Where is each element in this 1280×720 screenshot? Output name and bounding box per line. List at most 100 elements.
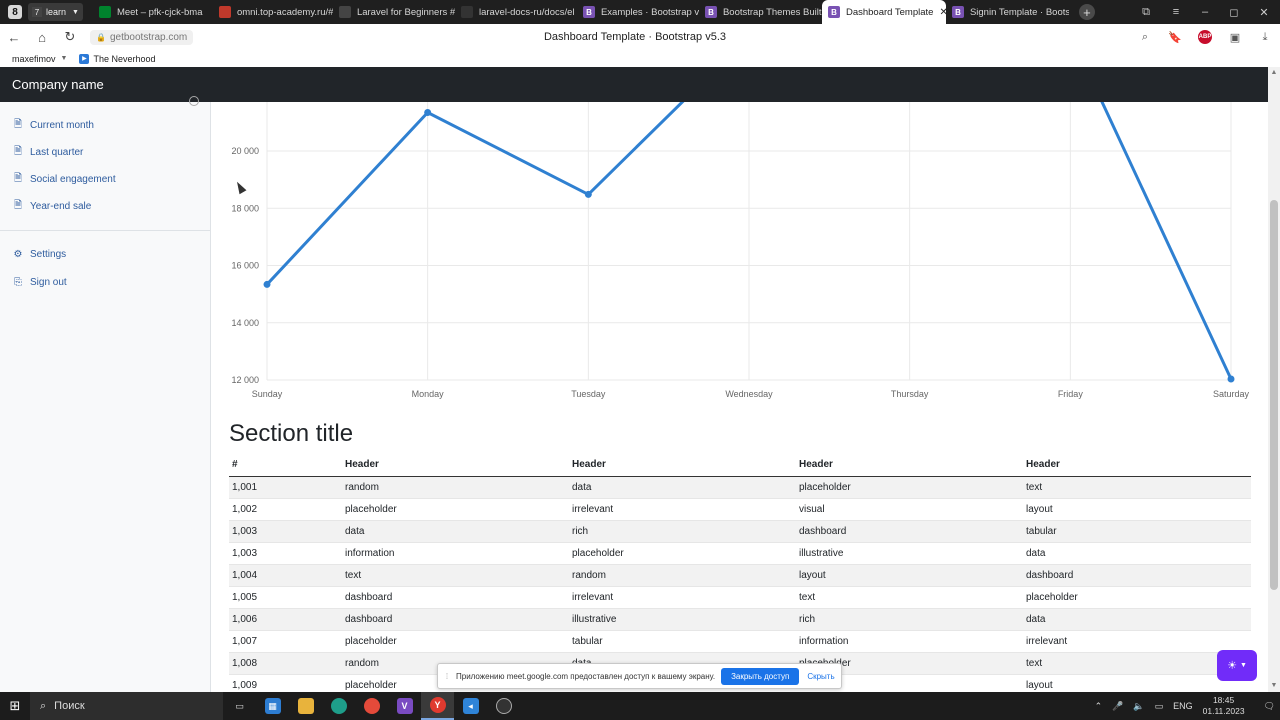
table-row: 1,003 information placeholder illustrative d… bbox=[229, 542, 1251, 565]
table-cell: placeholder bbox=[796, 476, 1023, 499]
browser-tab[interactable]: B Dashboard Template ✕ bbox=[821, 0, 946, 24]
table-cell: data bbox=[569, 476, 796, 499]
store-icon[interactable]: ▦ bbox=[256, 692, 289, 720]
y-tick-label: 20 000 bbox=[231, 146, 259, 156]
bootstrap-icon: B bbox=[704, 6, 717, 18]
sidebar-item-last-quarter[interactable]: 🗎 Last quarter bbox=[12, 144, 83, 161]
search-icon[interactable]: ⌕ bbox=[1130, 31, 1160, 44]
table-cell: dashboard bbox=[1023, 564, 1251, 587]
table-cell: random bbox=[569, 564, 796, 587]
edge-icon[interactable] bbox=[322, 692, 355, 720]
table-cell: irrelevant bbox=[1023, 630, 1251, 653]
sidebar-item-current-month[interactable]: 🗎 Current month bbox=[12, 117, 94, 134]
task-view-icon[interactable]: ▭ bbox=[223, 692, 256, 720]
table-cell: 1,003 bbox=[229, 520, 342, 543]
x-tick-label: Friday bbox=[1058, 389, 1084, 399]
plus-circle-icon[interactable] bbox=[189, 96, 199, 106]
table-cell: information bbox=[342, 542, 569, 565]
sidebar-item-settings[interactable]: ⚙ Settings bbox=[12, 249, 67, 260]
start-icon[interactable]: ⊞ bbox=[0, 698, 30, 714]
browser-tab[interactable]: omni.top-academy.ru/# bbox=[213, 0, 333, 24]
sidebar-item-label: Last quarter bbox=[30, 147, 84, 158]
table-cell: visual bbox=[796, 498, 1023, 521]
scrollbar-thumb[interactable] bbox=[1270, 200, 1278, 590]
maximize-icon[interactable]: ◻ bbox=[1221, 0, 1247, 24]
data-point bbox=[263, 280, 271, 288]
line-chart: 12 000 14 000 16 000 18 000 20 000 Sunday Mond… bbox=[231, 102, 1250, 399]
bookmark-neverhood[interactable]: ▶ The Neverhood bbox=[79, 53, 156, 64]
bootstrap-icon: B bbox=[582, 6, 595, 18]
notifications-icon[interactable]: 🗨 bbox=[1264, 701, 1275, 712]
chevron-down-icon: ▼ bbox=[60, 55, 68, 62]
tab-group-icon: 7 bbox=[32, 7, 42, 17]
language-indicator[interactable]: ENG bbox=[1173, 701, 1193, 711]
table-header-cell: Header bbox=[1023, 454, 1251, 477]
table-cell: placeholder bbox=[342, 630, 569, 653]
extensions-icon[interactable]: ▣ bbox=[1220, 31, 1250, 44]
hide-banner-button[interactable]: Скрыть bbox=[807, 672, 834, 681]
close-window-icon[interactable]: ✕ bbox=[1251, 0, 1277, 24]
browser-tab[interactable]: laravel-docs-ru/docs/el bbox=[455, 0, 577, 24]
stop-sharing-button[interactable]: Закрыть доступ bbox=[721, 667, 800, 685]
folder-icon[interactable] bbox=[289, 692, 322, 720]
tab-title: Laravel for Beginners # bbox=[356, 6, 455, 18]
browser-tab[interactable]: B Bootstrap Themes Built bbox=[699, 0, 822, 24]
y-tick-label: 16 000 bbox=[231, 261, 259, 271]
visual-studio-icon[interactable]: V bbox=[388, 692, 421, 720]
table-cell: irrelevant bbox=[569, 586, 796, 609]
menu-icon[interactable]: ≡ bbox=[1163, 0, 1189, 24]
chrome-icon[interactable] bbox=[355, 692, 388, 720]
gear-icon: ⚙ bbox=[13, 249, 23, 260]
adblock-icon[interactable]: ABP bbox=[1198, 30, 1212, 44]
screen-share-banner: ⁞ Приложению meet.google.com предоставле… bbox=[437, 663, 842, 689]
network-icon[interactable]: ▭ bbox=[1155, 701, 1164, 712]
drag-handle-icon[interactable]: ⁞ bbox=[442, 672, 452, 681]
x-tick-label: Wednesday bbox=[725, 389, 773, 399]
microphone-icon[interactable]: 🎤 bbox=[1112, 701, 1123, 712]
data-point bbox=[424, 108, 432, 116]
new-tab-button[interactable]: + bbox=[1078, 4, 1095, 20]
theme-toggle-button[interactable]: ☀ ▼ bbox=[1217, 650, 1257, 681]
yandex-browser-icon[interactable]: Y bbox=[421, 692, 454, 720]
file-text-icon: 🗎 bbox=[13, 146, 23, 157]
volume-icon[interactable]: 🔈 bbox=[1133, 701, 1144, 712]
table-cell: placeholder bbox=[1023, 586, 1251, 609]
tab-group-learn[interactable]: 7 learn ▼ bbox=[28, 3, 83, 21]
table-cell: layout bbox=[1023, 498, 1251, 521]
browser-tab[interactable]: B Examples · Bootstrap v5 bbox=[577, 0, 699, 24]
scroll-up-icon[interactable]: ▲ bbox=[1270, 69, 1278, 76]
tab-overview-icon[interactable]: ⧉ bbox=[1133, 0, 1159, 24]
browser-tab[interactable]: B Signin Template · Boots bbox=[946, 0, 1069, 24]
table-cell: dashboard bbox=[342, 586, 569, 609]
obs-icon[interactable] bbox=[487, 692, 520, 720]
workspace-badge: 8 bbox=[8, 5, 22, 19]
vscode-icon[interactable]: ◂ bbox=[454, 692, 487, 720]
tab-title: laravel-docs-ru/docs/el bbox=[478, 6, 575, 18]
sidebar-item-sign-out[interactable]: ⎘ Sign out bbox=[12, 277, 67, 288]
download-icon[interactable]: ⤓ bbox=[1250, 31, 1280, 44]
tab-title: Examples · Bootstrap v5 bbox=[600, 6, 699, 18]
browser-tab[interactable]: Meet – pfk-cjck-bma bbox=[93, 0, 213, 24]
table-cell: rich bbox=[796, 608, 1023, 631]
chevron-up-icon[interactable]: ⌃ bbox=[1095, 701, 1103, 712]
table-cell: 1,006 bbox=[229, 608, 342, 631]
bookmark-maxefimov[interactable]: maxefimov ▼ bbox=[12, 54, 67, 64]
tab-group-label: learn bbox=[46, 7, 67, 17]
table-cell: 1,008 bbox=[229, 652, 342, 675]
workspace-button[interactable]: 8 bbox=[4, 3, 26, 21]
page-title: Dashboard Template · Bootstrap v5.3 bbox=[543, 31, 726, 43]
table-header-cell: # bbox=[229, 454, 342, 477]
tab-title: Meet – pfk-cjck-bma bbox=[116, 6, 203, 18]
github-icon bbox=[460, 6, 473, 18]
sidebar-item-social-engagement[interactable]: 🗎 Social engagement bbox=[12, 171, 116, 188]
minimize-icon[interactable]: – bbox=[1192, 0, 1218, 24]
sidebar-item-year-end-sale[interactable]: 🗎 Year-end sale bbox=[12, 198, 91, 215]
bookmark-icon[interactable]: 🔖 bbox=[1160, 31, 1190, 44]
brand-link[interactable]: Company name bbox=[12, 67, 104, 102]
browser-tab[interactable]: Laravel for Beginners # bbox=[333, 0, 455, 24]
clock[interactable]: 18:45 01.11.2023 bbox=[1203, 695, 1245, 717]
scroll-down-icon[interactable]: ▼ bbox=[1270, 682, 1278, 689]
table-cell: 1,007 bbox=[229, 630, 342, 653]
taskbar-search[interactable]: ⌕ Поиск bbox=[30, 692, 223, 720]
table-cell: 1,002 bbox=[229, 498, 342, 521]
